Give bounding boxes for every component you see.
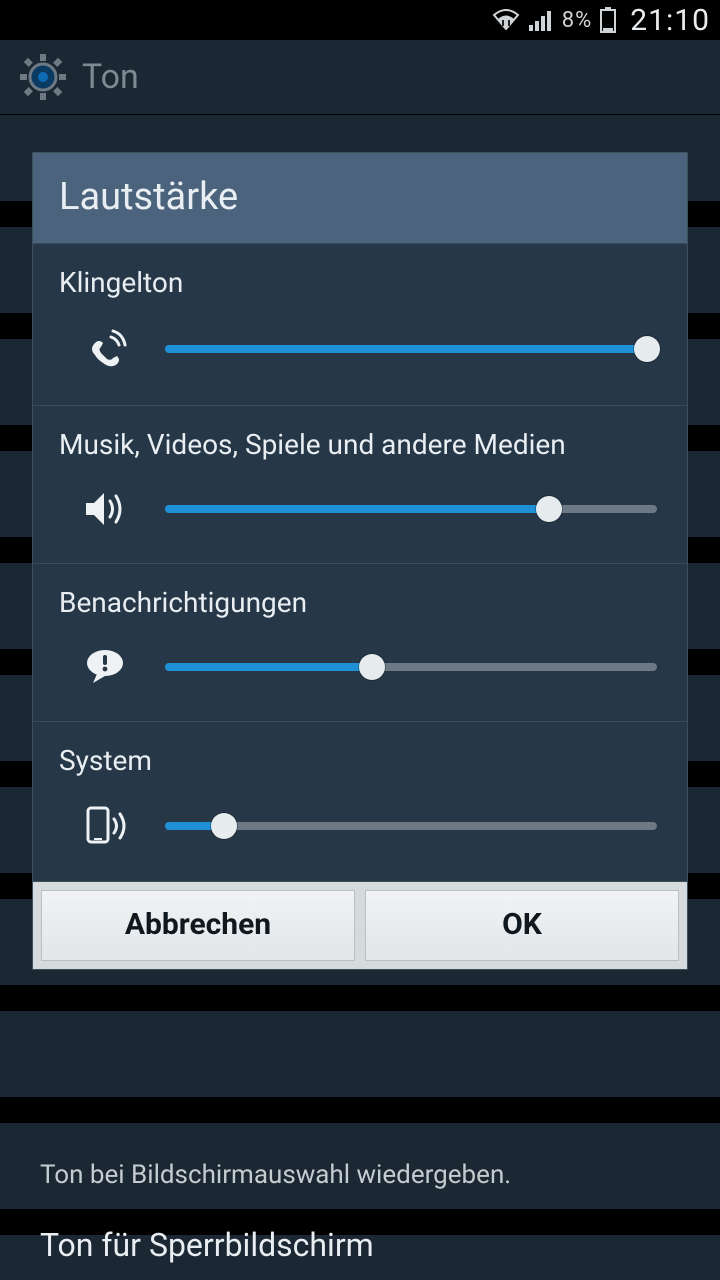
dialog-title: Lautstärke <box>33 153 687 244</box>
section-system: System <box>33 722 687 882</box>
section-label: Klingelton <box>59 266 661 299</box>
ok-button[interactable]: OK <box>365 890 679 961</box>
notification-icon <box>77 647 133 687</box>
bg-row-caption: Ton bei Bildschirmauswahl wiedergeben. <box>40 1160 511 1190</box>
volume-dialog: Lautstärke Klingelton Musik, Videos, Spi… <box>32 152 688 970</box>
system-icon <box>77 805 133 847</box>
status-bar: 8% 21:10 <box>0 0 720 40</box>
ringer-icon <box>77 327 133 371</box>
system-slider[interactable] <box>165 814 657 838</box>
clock: 21:10 <box>630 3 710 38</box>
section-label: System <box>59 744 661 777</box>
notifications-slider[interactable] <box>165 655 657 679</box>
app-header: Ton <box>0 40 720 115</box>
section-ringer: Klingelton <box>33 244 687 406</box>
section-notifications: Benachrichtigungen <box>33 564 687 722</box>
page-title: Ton <box>82 57 139 97</box>
battery-percent: 8% <box>562 8 592 33</box>
settings-gear-icon <box>20 54 66 100</box>
section-media: Musik, Videos, Spiele und andere Medien <box>33 406 687 564</box>
section-label: Musik, Videos, Spiele und andere Medien <box>59 428 661 461</box>
wifi-icon <box>492 9 520 31</box>
bg-row-title: Ton für Sperrbildschirm <box>40 1226 374 1264</box>
battery-icon <box>600 7 616 33</box>
media-icon <box>77 489 133 529</box>
signal-icon <box>528 9 554 31</box>
ringer-slider[interactable] <box>165 337 657 361</box>
dialog-button-bar: Abbrechen OK <box>33 882 687 969</box>
media-slider[interactable] <box>165 497 657 521</box>
section-label: Benachrichtigungen <box>59 586 661 619</box>
cancel-button[interactable]: Abbrechen <box>41 890 355 961</box>
